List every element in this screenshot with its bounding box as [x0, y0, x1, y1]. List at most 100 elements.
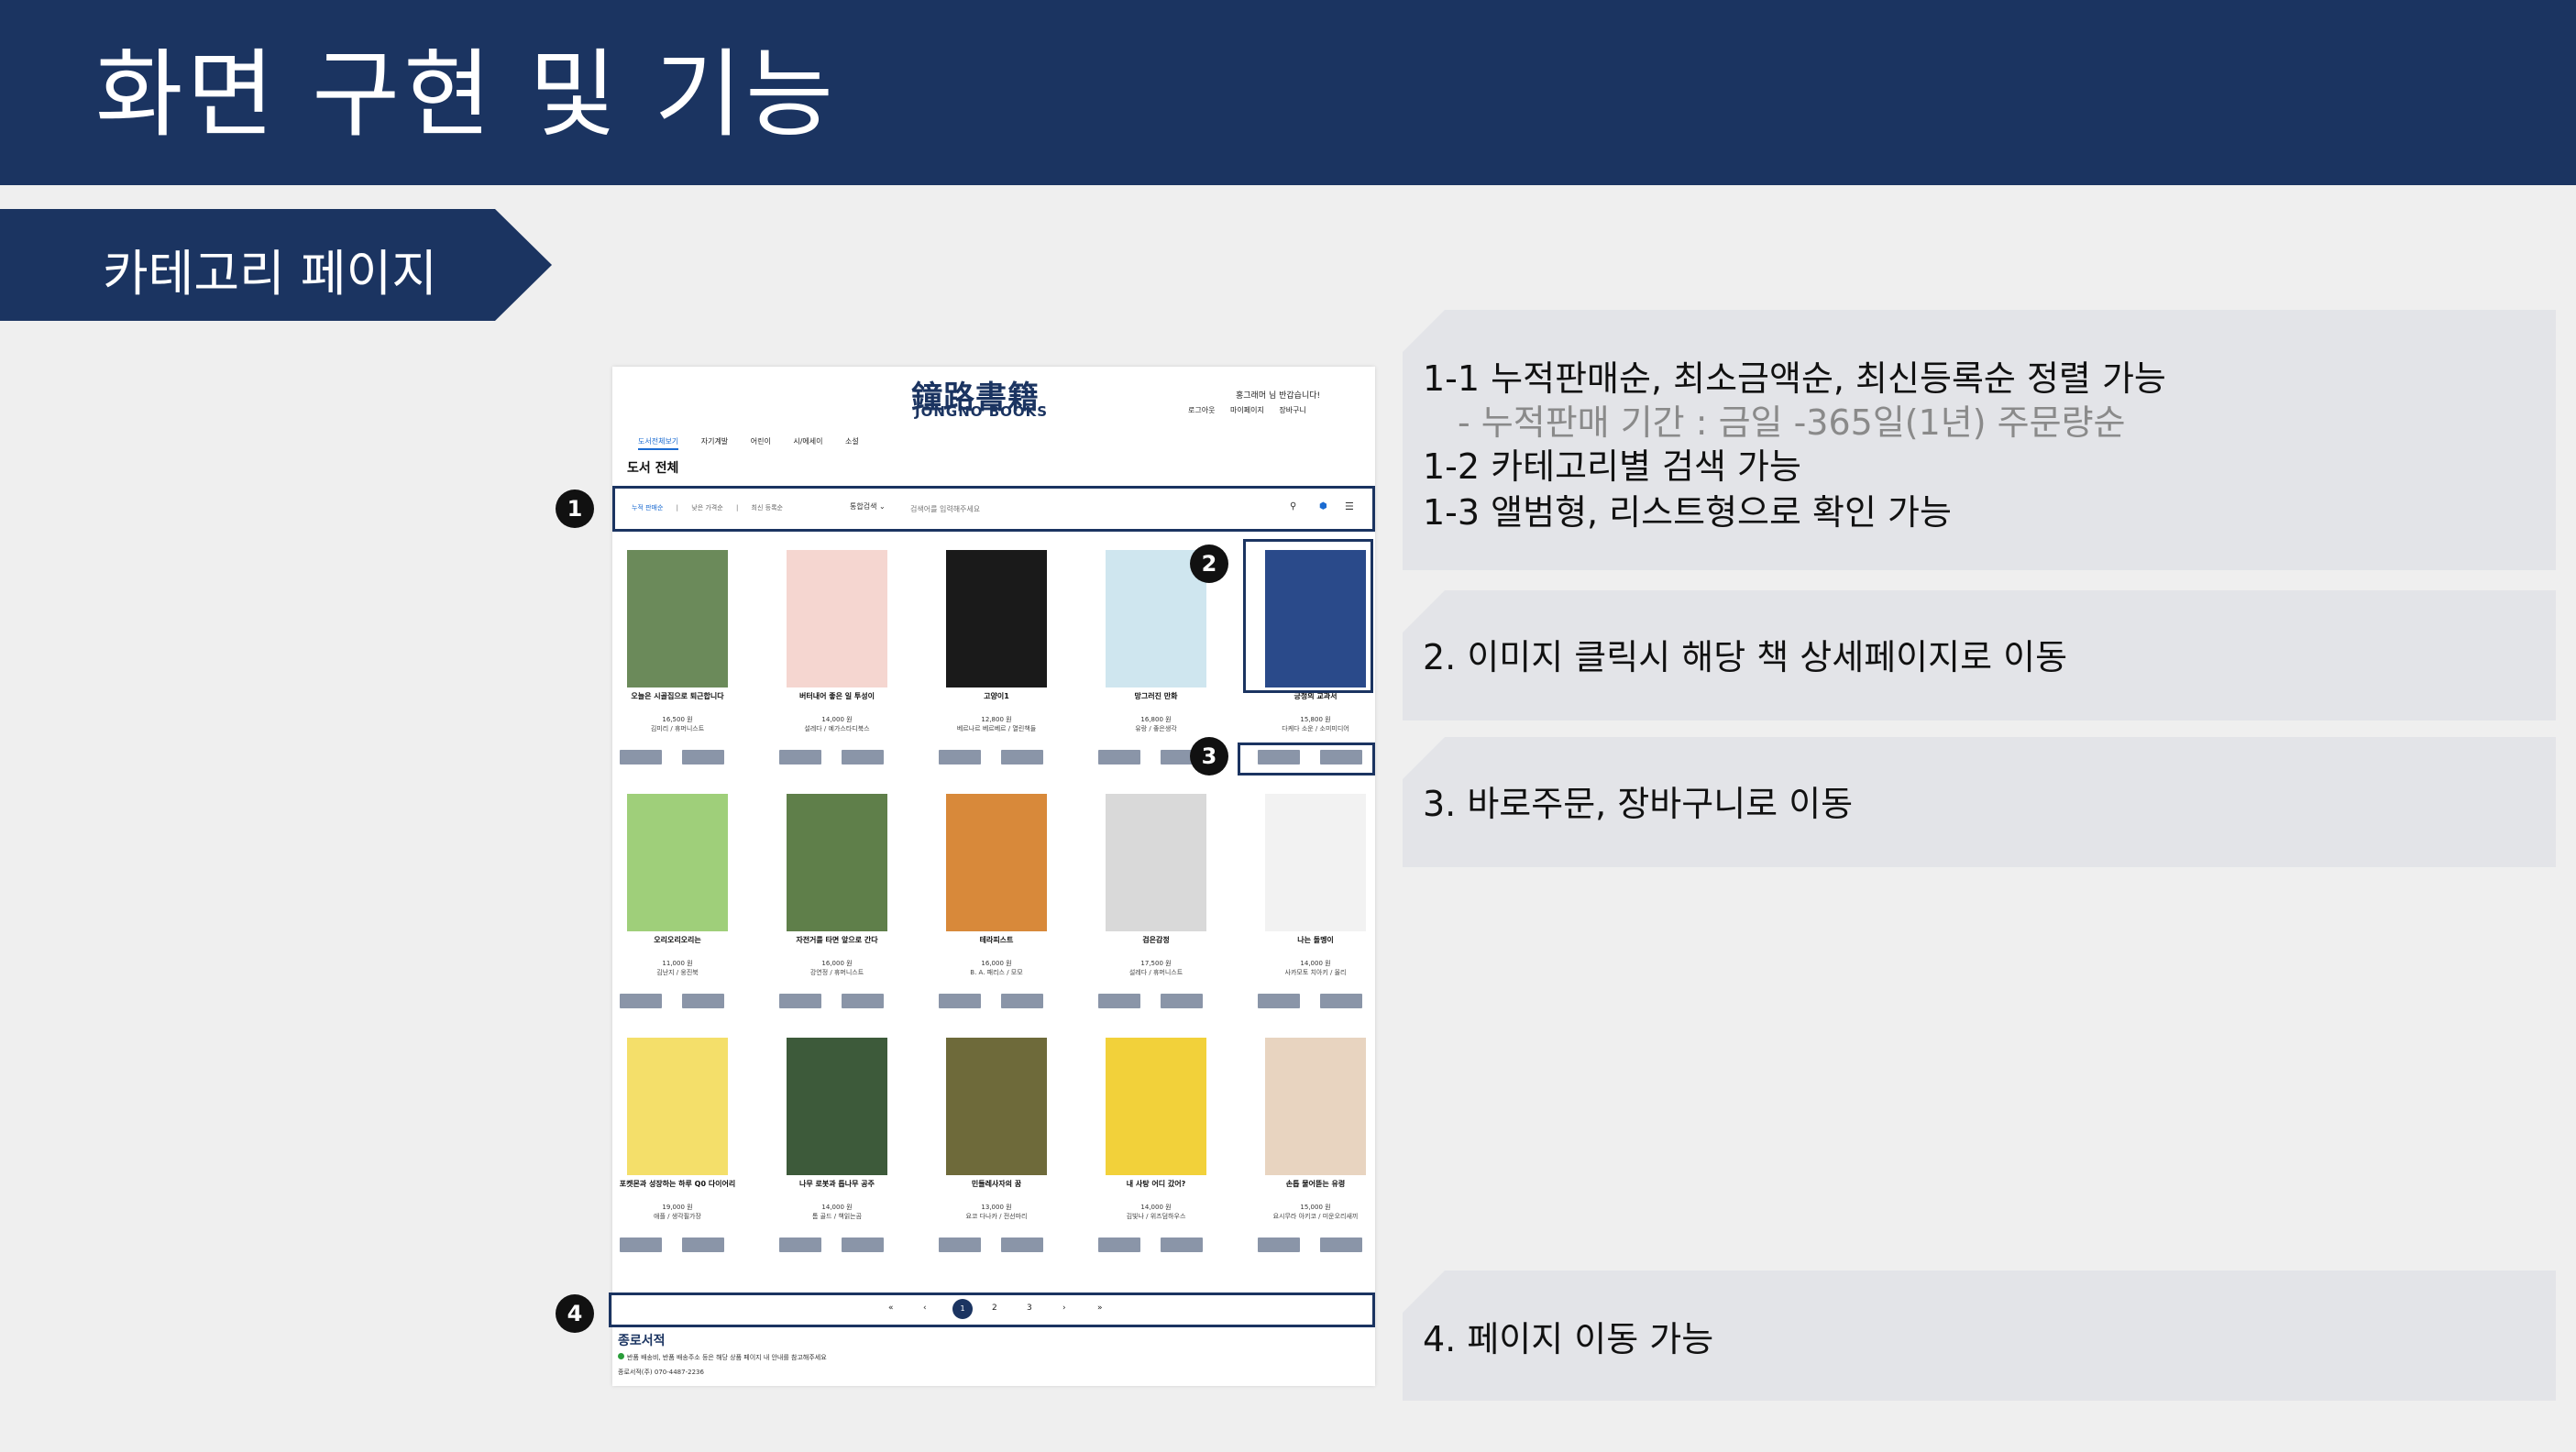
add-to-cart-button[interactable] — [682, 994, 724, 1008]
book-title[interactable]: 나는 돌멩이 — [1254, 935, 1377, 945]
book-price: 14,000 원 — [821, 1204, 853, 1211]
book-cover-image[interactable] — [946, 1038, 1047, 1175]
sort-divider: | — [676, 504, 679, 512]
list-view-icon[interactable]: ☰ — [1345, 500, 1354, 512]
book-cover-image[interactable] — [1265, 794, 1366, 931]
book-title[interactable]: 망그러진 만화 — [1095, 691, 1217, 701]
add-to-cart-button[interactable] — [842, 750, 884, 764]
site-logo-english[interactable]: JONGNO BOOKS — [915, 403, 1048, 420]
search-icon[interactable]: ⚲ — [1290, 501, 1296, 512]
category-select[interactable]: 통합검색 ⌄ — [850, 501, 886, 512]
book-cover-image[interactable] — [787, 794, 887, 931]
order-now-button[interactable] — [1258, 994, 1300, 1008]
add-to-cart-button[interactable] — [682, 1238, 724, 1252]
book-title[interactable]: 검은감정 — [1095, 935, 1217, 945]
book-price: 16,800 원 — [1140, 716, 1172, 723]
book-title[interactable]: 자전거를 타면 앞으로 간다 — [776, 935, 898, 945]
add-to-cart-button[interactable] — [1161, 994, 1203, 1008]
section-tag: 카테고리 페이지 — [0, 209, 552, 321]
order-now-button[interactable] — [1258, 1238, 1300, 1252]
panel-1-line-3: 1-3 앨범형, 리스트형으로 확인 가능 — [1423, 492, 1952, 533]
sort-search-bar: 누적 판매순 | 낮은 가격순 | 최신 등록순 통합검색 ⌄ ⚲ ⬢ ☰ — [612, 486, 1375, 532]
cart-link[interactable]: 장바구니 — [1279, 406, 1305, 414]
order-now-button[interactable] — [779, 1238, 821, 1252]
book-title[interactable]: 내 사탕 어디 갔어? — [1095, 1179, 1217, 1189]
order-now-button[interactable] — [939, 1238, 981, 1252]
book-cover-image[interactable] — [1106, 1038, 1206, 1175]
nav-item-poetry-essay[interactable]: 시/에세이 — [793, 437, 822, 446]
album-view-icon[interactable]: ⬢ — [1319, 501, 1327, 512]
nav-item-children[interactable]: 어린이 — [751, 437, 771, 446]
book-cover-image[interactable] — [627, 794, 728, 931]
book-title[interactable]: 버터내어 좋은 일 투성이 — [776, 691, 898, 701]
book-title[interactable]: 오늘은 시골집으로 퇴근합니다 — [616, 691, 739, 701]
add-to-cart-button[interactable] — [1161, 1238, 1203, 1252]
next-page-button[interactable]: › — [1062, 1304, 1066, 1313]
order-now-button[interactable] — [1098, 750, 1140, 764]
order-now-button[interactable] — [620, 994, 662, 1008]
nav-item-all-books[interactable]: 도서전체보기 — [638, 437, 679, 450]
page-3-button[interactable]: 3 — [1027, 1304, 1032, 1313]
book-cover-image[interactable] — [946, 550, 1047, 688]
order-now-button[interactable] — [779, 994, 821, 1008]
book-author-publisher: 다케다 소운 / 소미미디어 — [1282, 725, 1349, 732]
book-cover-image[interactable] — [1265, 1038, 1366, 1175]
mypage-link[interactable]: 마이페이지 — [1230, 406, 1264, 414]
book-author-publisher: 베르나르 베르베르 / 열린책들 — [956, 725, 1037, 732]
book-title[interactable]: 포켓몬과 성장하는 하루 Q0 다이어리 — [616, 1179, 739, 1189]
add-to-cart-button[interactable] — [842, 1238, 884, 1252]
book-cover-image[interactable] — [627, 550, 728, 688]
order-now-button[interactable] — [620, 750, 662, 764]
panel-2: 2. 이미지 클릭시 해당 책 상세페이지로 이동 — [1403, 590, 2556, 720]
add-to-cart-button[interactable] — [1320, 994, 1362, 1008]
logout-link[interactable]: 로그아웃 — [1188, 406, 1215, 414]
book-author-publisher: 애플 / 생각필가장 — [654, 1213, 701, 1220]
page-heading: 도서 전체 — [627, 461, 679, 476]
book-title[interactable]: 오리오리오리는 — [616, 935, 739, 945]
add-to-cart-button[interactable] — [682, 750, 724, 764]
prev-page-button[interactable]: ‹ — [923, 1304, 927, 1313]
book-cover-image[interactable] — [946, 794, 1047, 931]
add-to-cart-button[interactable] — [1320, 1238, 1362, 1252]
book-price: 17,500 원 — [1140, 960, 1172, 967]
book-cover-image[interactable] — [1106, 794, 1206, 931]
marker-3: 3 — [1190, 737, 1228, 776]
book-cover-image[interactable] — [787, 550, 887, 688]
panel-fold-corner — [1403, 1270, 1445, 1313]
order-now-button[interactable] — [939, 750, 981, 764]
order-now-button[interactable] — [779, 750, 821, 764]
search-input[interactable] — [908, 498, 1251, 520]
book-author-publisher: 유랑 / 좋은생각 — [1135, 725, 1177, 732]
add-to-cart-button[interactable] — [1001, 994, 1043, 1008]
order-now-button[interactable] — [1098, 1238, 1140, 1252]
footer-store-name: 종로서적 — [618, 1334, 666, 1348]
book-title[interactable]: 테라피스트 — [935, 935, 1058, 945]
book-title[interactable]: 나무 로봇과 톱나무 공주 — [776, 1179, 898, 1189]
page-1-button[interactable]: 1 — [952, 1299, 973, 1319]
sort-best-selling[interactable]: 누적 판매순 — [632, 504, 663, 512]
panel-fold-corner — [1403, 590, 1445, 632]
nav-item-self-help[interactable]: 자기계발 — [701, 437, 728, 446]
nav-item-novel[interactable]: 소설 — [845, 437, 859, 446]
order-now-button[interactable] — [939, 994, 981, 1008]
book-price: 11,000 원 — [662, 960, 693, 967]
first-page-button[interactable]: « — [888, 1304, 894, 1313]
book-cover-image[interactable] — [627, 1038, 728, 1175]
order-now-button[interactable] — [1098, 994, 1140, 1008]
book-title[interactable]: 손톱 물어뜯는 유령 — [1254, 1179, 1377, 1189]
sort-lowest-price[interactable]: 낮은 가격순 — [691, 504, 722, 512]
sort-newest[interactable]: 최신 등록순 — [752, 504, 783, 512]
book-author-publisher: 강연정 / 휴머니스트 — [809, 969, 864, 976]
add-to-cart-button[interactable] — [1001, 750, 1043, 764]
book-title[interactable]: 민들레사자의 꿈 — [935, 1179, 1058, 1189]
last-page-button[interactable]: » — [1097, 1304, 1103, 1313]
highlight-buttons-box — [1238, 742, 1375, 776]
book-title[interactable]: 고양이1 — [935, 691, 1058, 701]
add-to-cart-button[interactable] — [1001, 1238, 1043, 1252]
add-to-cart-button[interactable] — [842, 994, 884, 1008]
page-2-button[interactable]: 2 — [992, 1304, 997, 1313]
book-price: 16,000 원 — [821, 960, 853, 967]
order-now-button[interactable] — [620, 1238, 662, 1252]
book-cover-image[interactable] — [787, 1038, 887, 1175]
panel-4: 4. 페이지 이동 가능 — [1403, 1270, 2556, 1401]
